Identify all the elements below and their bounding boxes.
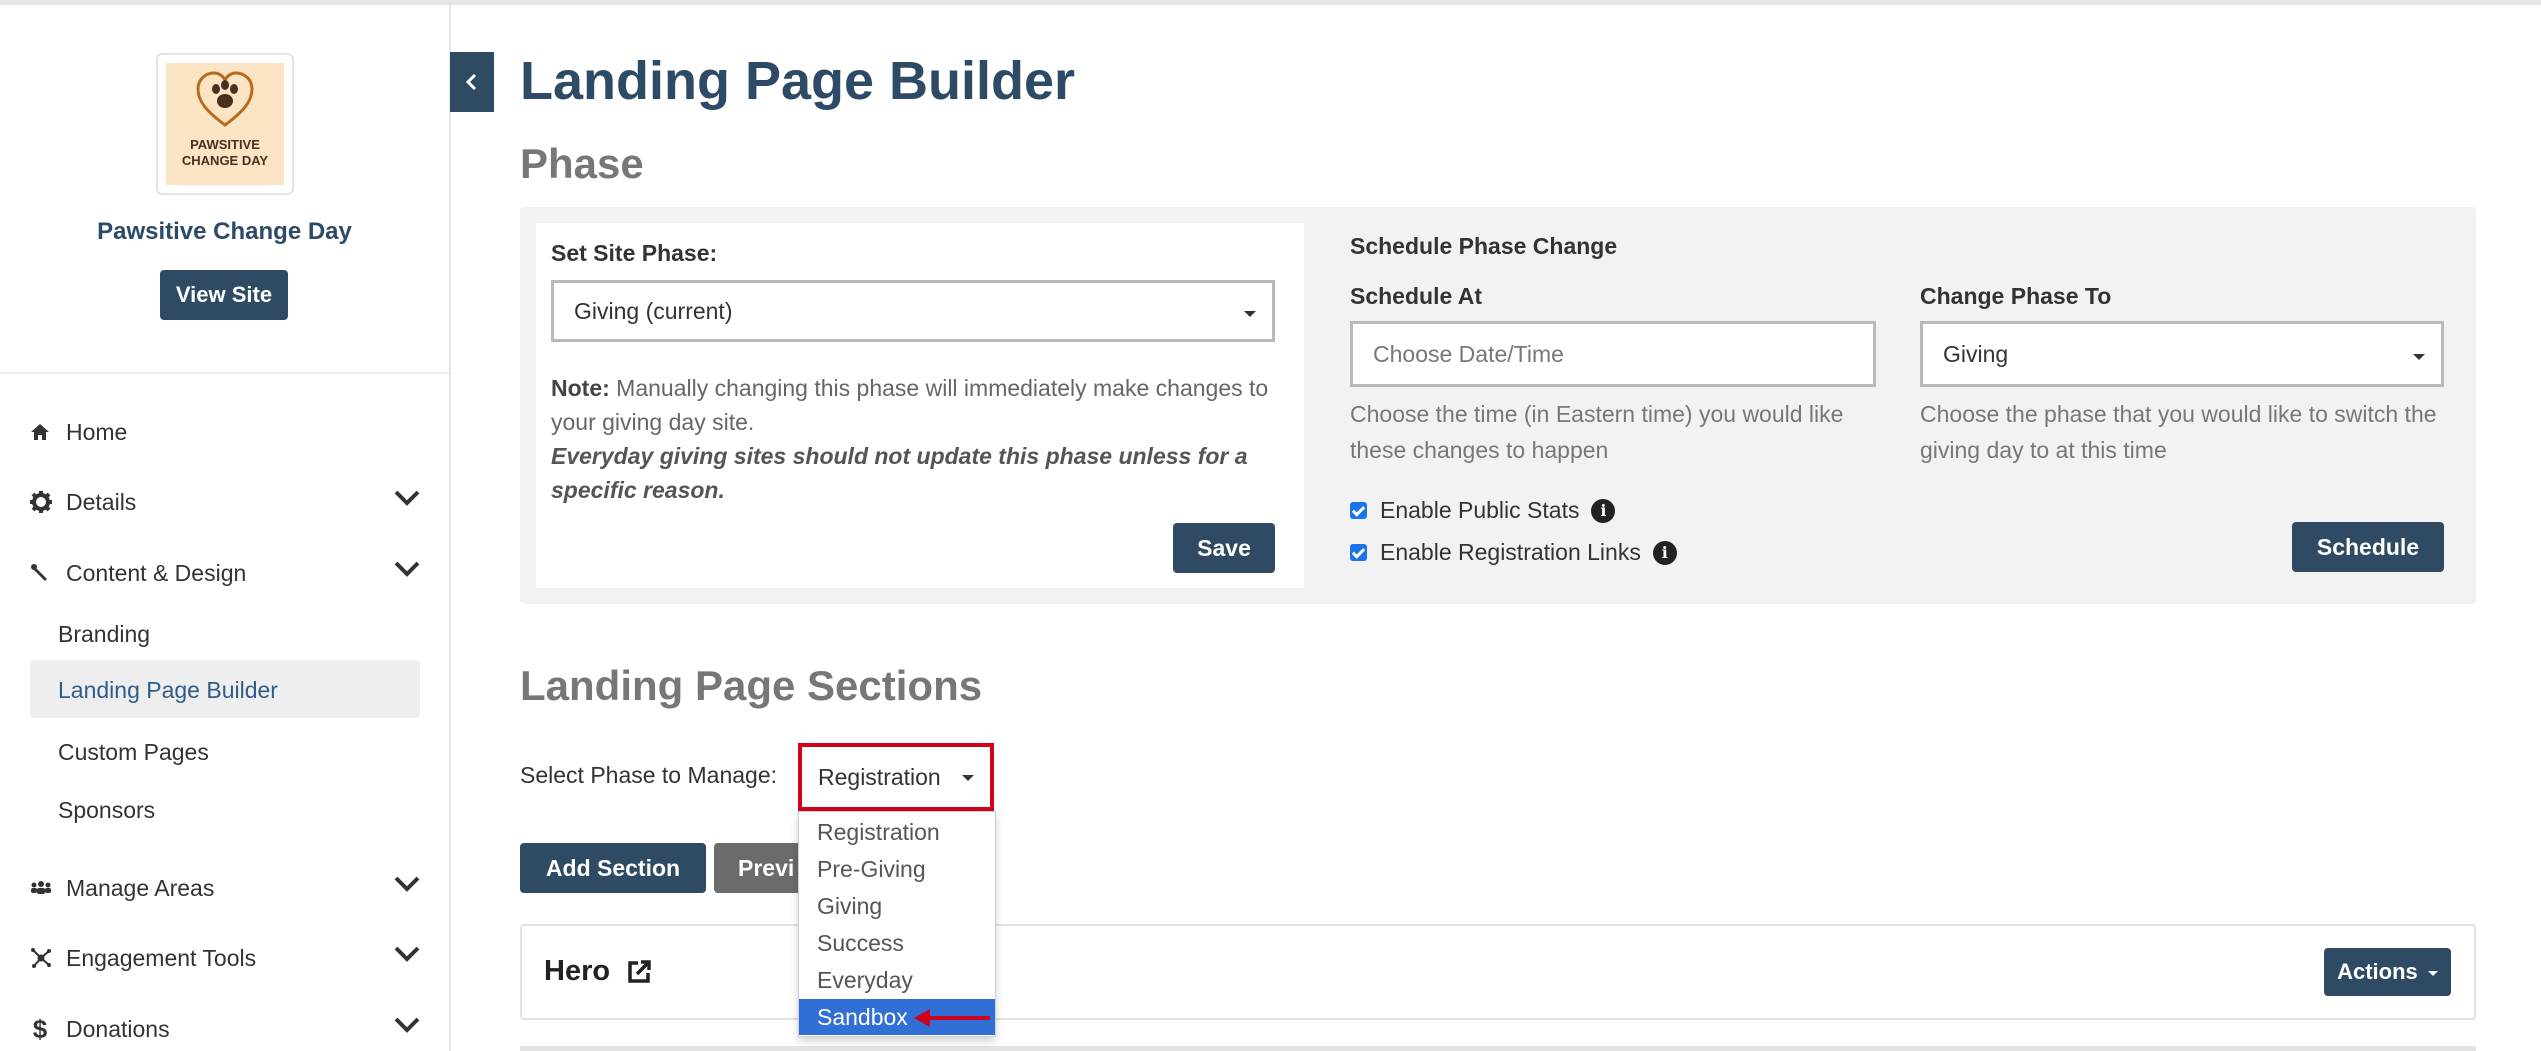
wrench-icon	[30, 562, 50, 584]
save-button[interactable]: Save	[1173, 523, 1275, 573]
hero-title-text: Hero	[544, 955, 611, 987]
change-phase-to-select[interactable]: Giving	[1920, 321, 2444, 387]
sidebar-item-label: Details	[66, 488, 137, 515]
red-arrow-annotation	[914, 1009, 990, 1027]
caret-down-icon	[962, 775, 974, 781]
schedule-at-label: Schedule At	[1350, 283, 1483, 309]
sidebar-item-label: Engagement Tools	[66, 944, 257, 971]
phase-options-list: Registration Pre-Giving Giving Success E…	[798, 811, 996, 1037]
paw-heart-icon	[196, 71, 254, 127]
actions-label: Actions	[2337, 959, 2418, 984]
sidebar-subitem-landing-page-builder[interactable]: Landing Page Builder	[58, 670, 278, 710]
enable-registration-links-label: Enable Registration Links	[1380, 539, 1641, 565]
chevron-down-icon[interactable]	[394, 876, 420, 892]
sidebar-subitem-sponsors[interactable]: Sponsors	[58, 790, 155, 830]
sidebar-item-label: Manage Areas	[66, 874, 215, 901]
schedule-button[interactable]: Schedule	[2292, 522, 2444, 572]
sidebar-item-content-design[interactable]: Content & Design	[30, 553, 420, 593]
org-name: Pawsitive Change Day	[97, 218, 352, 245]
sidebar-item-donations[interactable]: $ Donations	[30, 1009, 420, 1049]
phase-option-registration[interactable]: Registration	[799, 814, 995, 850]
sidebar-divider	[0, 372, 449, 374]
schedule-at-help: Choose the time (in Eastern time) you wo…	[1350, 401, 1844, 463]
chevron-down-icon[interactable]	[394, 946, 420, 962]
schedule-at-input[interactable]	[1350, 321, 1876, 387]
select-phase-label: Select Phase to Manage:	[520, 762, 777, 788]
phase-option-everyday[interactable]: Everyday	[799, 962, 995, 998]
site-phase-select[interactable]: Giving (current)	[551, 280, 1275, 342]
org-logo: PAWSITIVE CHANGE DAY	[156, 53, 294, 195]
sidebar: PAWSITIVE CHANGE DAY Pawsitive Change Da…	[0, 5, 451, 1051]
phase-option-pre-giving[interactable]: Pre-Giving	[799, 851, 995, 887]
view-site-button[interactable]: View Site	[160, 270, 288, 320]
caret-down-icon	[2427, 970, 2438, 976]
phase-to-manage-select[interactable]: Registration	[798, 743, 994, 811]
enable-public-stats-label: Enable Public Stats	[1380, 497, 1580, 523]
set-site-phase-label: Set Site Phase:	[551, 240, 718, 266]
add-section-button[interactable]: Add Section	[520, 843, 706, 893]
actions-dropdown-button[interactable]: Actions	[2324, 948, 2451, 996]
phase-option-giving[interactable]: Giving	[799, 888, 995, 924]
network-icon	[30, 947, 51, 969]
note-label: Note:	[551, 375, 610, 401]
sidebar-item-label: Content & Design	[66, 559, 247, 586]
chevron-down-icon[interactable]	[394, 1017, 420, 1033]
caret-down-icon	[2413, 354, 2425, 360]
enable-public-stats-row[interactable]: Enable Public Stats i	[1350, 497, 1616, 524]
enable-registration-links-checkbox[interactable]	[1350, 544, 1367, 561]
dollar-icon: $	[32, 1014, 48, 1044]
logo-text-line1: PAWSITIVE	[190, 137, 260, 152]
sidebar-subitem-custom-pages[interactable]: Custom Pages	[58, 732, 209, 772]
page-title: Landing Page Builder	[520, 51, 1076, 111]
phase-option-success[interactable]: Success	[799, 925, 995, 961]
sidebar-item-label: Home	[66, 418, 128, 445]
caret-down-icon	[1244, 311, 1256, 317]
home-icon	[30, 421, 50, 443]
collapse-sidebar-button[interactable]	[450, 52, 494, 112]
change-phase-to-value: Giving	[1943, 340, 2009, 367]
info-icon[interactable]: i	[1652, 540, 1677, 565]
enable-public-stats-checkbox[interactable]	[1350, 502, 1367, 519]
sidebar-item-details[interactable]: Details	[30, 482, 420, 522]
note-text: Manually changing this phase will immedi…	[551, 375, 1269, 435]
chevron-down-icon[interactable]	[394, 490, 420, 506]
sidebar-subitem-branding[interactable]: Branding	[58, 614, 150, 654]
external-link-icon[interactable]	[626, 959, 652, 985]
logo-text-line2: CHANGE DAY	[181, 153, 269, 168]
change-phase-to-label: Change Phase To	[1920, 283, 2112, 309]
phase-heading: Phase	[520, 140, 644, 187]
sidebar-item-label: Donations	[66, 1015, 170, 1042]
next-section-card	[520, 1046, 2476, 1051]
schedule-phase-change-heading: Schedule Phase Change	[1350, 233, 1618, 259]
users-icon	[30, 877, 51, 899]
phase-to-manage-value: Registration	[818, 763, 941, 790]
gear-icon	[30, 491, 52, 513]
sidebar-item-manage-areas[interactable]: Manage Areas	[30, 868, 420, 908]
sidebar-item-engagement-tools[interactable]: Engagement Tools	[30, 938, 420, 978]
chevron-down-icon[interactable]	[394, 561, 420, 577]
note-warning: Everyday giving sites should not update …	[551, 443, 1248, 503]
hero-section-title: Hero	[544, 955, 652, 988]
site-phase-value: Giving (current)	[574, 297, 733, 324]
phase-option-sandbox-label: Sandbox	[817, 1003, 908, 1030]
sidebar-item-home[interactable]: Home	[30, 412, 420, 452]
phase-note: Note: Manually changing this phase will …	[551, 371, 1271, 507]
change-phase-help: Choose the phase that you would like to …	[1920, 401, 2437, 463]
enable-registration-links-row[interactable]: Enable Registration Links i	[1350, 539, 1677, 566]
chevron-left-icon	[465, 73, 477, 91]
info-icon[interactable]: i	[1591, 498, 1616, 523]
landing-page-sections-heading: Landing Page Sections	[520, 662, 983, 709]
